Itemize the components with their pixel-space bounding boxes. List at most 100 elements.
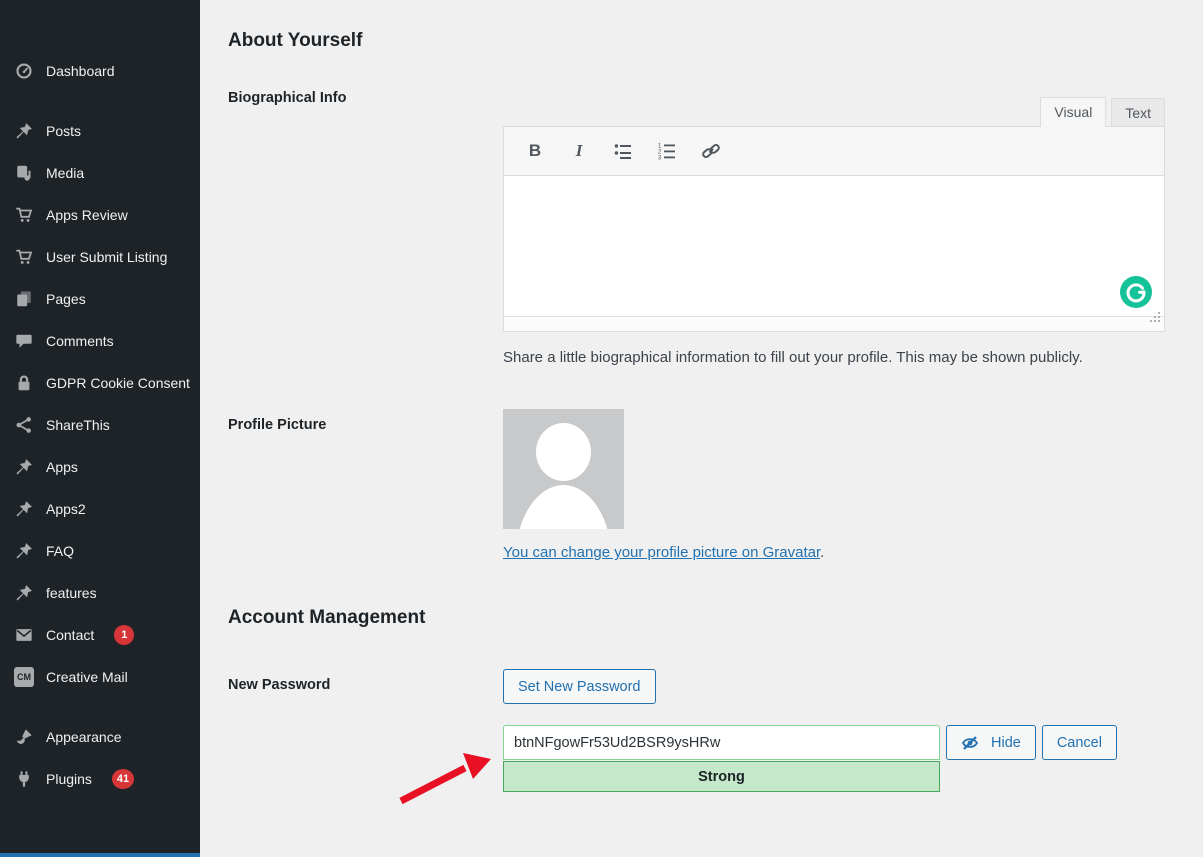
set-new-password-button[interactable]: Set New Password bbox=[503, 669, 656, 705]
cm-icon: CM bbox=[14, 667, 34, 687]
cart-icon bbox=[14, 247, 34, 267]
sidebar-item-user-submit-listing[interactable]: User Submit Listing bbox=[0, 236, 200, 278]
pin-icon bbox=[14, 457, 34, 477]
sidebar-item-label: Apps2 bbox=[46, 501, 86, 517]
italic-icon: I bbox=[575, 141, 583, 160]
editor-frame: B I 123 bbox=[503, 126, 1165, 332]
sidebar-item-label: FAQ bbox=[46, 543, 75, 559]
sidebar-menu: Dashboard Posts Media Apps Review User Submi… bbox=[0, 50, 200, 800]
sidebar-item-apps[interactable]: Apps bbox=[0, 446, 200, 488]
editor-resize-handle[interactable] bbox=[1149, 311, 1161, 329]
bold-icon: B bbox=[528, 141, 542, 160]
pin-icon bbox=[14, 499, 34, 519]
svg-text:3: 3 bbox=[658, 156, 662, 162]
sidebar-item-label: User Submit Listing bbox=[46, 249, 168, 265]
new-password-input[interactable] bbox=[503, 725, 940, 761]
profile-main-content: About Yourself Biographical Info Visual … bbox=[200, 0, 1203, 857]
admin-sidebar: Dashboard Posts Media Apps Review User Submi… bbox=[0, 0, 200, 857]
share-icon bbox=[14, 415, 34, 435]
sidebar-item-gdpr-cookie-consent[interactable]: GDPR Cookie Consent bbox=[0, 362, 200, 404]
sidebar-item-label: Media bbox=[46, 165, 85, 181]
link-icon bbox=[701, 141, 721, 161]
sidebar-item-dashboard[interactable]: Dashboard bbox=[0, 50, 200, 92]
editor-tabs: Visual Text bbox=[503, 90, 1165, 127]
account-management-heading: Account Management bbox=[228, 607, 426, 629]
sidebar-item-apps2[interactable]: Apps2 bbox=[0, 488, 200, 530]
sidebar-item-label: Apps Review bbox=[46, 207, 128, 223]
profile-picture-row: Profile Picture You can change your prof… bbox=[228, 409, 1185, 561]
mail-icon bbox=[14, 625, 34, 645]
tab-text[interactable]: Text bbox=[1111, 98, 1165, 126]
sidebar-item-label: Plugins bbox=[46, 771, 92, 787]
count-badge: 1 bbox=[114, 625, 135, 645]
new-password-label: New Password bbox=[228, 677, 331, 694]
sidebar-item-features[interactable]: features bbox=[0, 572, 200, 614]
sidebar-item-label: Apps bbox=[46, 459, 78, 475]
sidebar-item-label: Contact bbox=[46, 627, 95, 643]
bullet-list-button[interactable] bbox=[604, 135, 642, 167]
biographical-info-label: Biographical Info bbox=[228, 90, 347, 106]
sidebar-item-label: Posts bbox=[46, 123, 82, 139]
sidebar-item-media[interactable]: Media bbox=[0, 152, 200, 194]
eye-slash-icon bbox=[961, 735, 983, 751]
dashboard-icon bbox=[14, 61, 34, 81]
cart-icon bbox=[14, 205, 34, 225]
profile-picture-label: Profile Picture bbox=[228, 417, 327, 434]
new-password-row: New Password Set New Password bbox=[228, 669, 1185, 705]
sidebar-item-label: Creative Mail bbox=[46, 669, 128, 685]
cancel-button[interactable]: Cancel bbox=[1041, 725, 1117, 761]
hide-password-button[interactable]: Hide bbox=[946, 725, 1036, 761]
password-strength-indicator: Strong bbox=[503, 761, 940, 793]
sidebar-item-pages[interactable]: Pages bbox=[0, 278, 200, 320]
sidebar-item-appearance[interactable]: Appearance bbox=[0, 716, 200, 758]
avatar bbox=[503, 409, 624, 530]
pages-icon bbox=[14, 289, 34, 309]
link-button[interactable] bbox=[692, 135, 730, 167]
about-yourself-heading: About Yourself bbox=[228, 30, 363, 51]
avatar-silhouette-head bbox=[536, 423, 591, 482]
sidebar-item-label: features bbox=[46, 585, 97, 601]
bio-textarea[interactable] bbox=[504, 176, 1164, 316]
bullet-list-icon bbox=[613, 141, 633, 161]
sidebar-item-label: Appearance bbox=[46, 729, 122, 745]
sidebar-item-contact[interactable]: Contact 1 bbox=[0, 614, 200, 656]
plugin-icon bbox=[14, 769, 34, 789]
sidebar-item-posts[interactable]: Posts bbox=[0, 110, 200, 152]
sidebar-item-apps-review[interactable]: Apps Review bbox=[0, 194, 200, 236]
sidebar-item-plugins[interactable]: Plugins 41 bbox=[0, 758, 200, 800]
sidebar-item-label: Pages bbox=[46, 291, 86, 307]
gravatar-link[interactable]: You can change your profile picture on G… bbox=[503, 544, 820, 561]
brush-icon bbox=[14, 727, 34, 747]
media-icon bbox=[14, 163, 34, 183]
numbered-list-button[interactable]: 123 bbox=[648, 135, 686, 167]
sidebar-item-faq[interactable]: FAQ bbox=[0, 530, 200, 572]
bio-description: Share a little biographical information … bbox=[503, 349, 1083, 366]
bold-button[interactable]: B bbox=[516, 135, 554, 167]
editor-statusbar bbox=[504, 312, 1164, 331]
count-badge: 41 bbox=[111, 769, 135, 789]
pin-icon bbox=[14, 541, 34, 561]
pin-icon bbox=[14, 121, 34, 141]
editor-toolbar: B I 123 bbox=[504, 127, 1164, 176]
italic-button[interactable]: I bbox=[560, 135, 598, 167]
sidebar-item-label: GDPR Cookie Consent bbox=[46, 375, 190, 391]
grammarly-icon[interactable] bbox=[1120, 276, 1152, 308]
password-controls-row: Strong Hide Cancel bbox=[228, 725, 1185, 805]
password-box: Strong bbox=[503, 725, 940, 793]
wordpress-profile-page: Dashboard Posts Media Apps Review User Submi… bbox=[0, 0, 1203, 857]
tab-visual[interactable]: Visual bbox=[1040, 97, 1107, 127]
sidebar-current-item-bar bbox=[0, 853, 200, 857]
biographical-info-row: Biographical Info Visual Text B I 123 Shar… bbox=[228, 90, 1185, 371]
sidebar-item-label: Comments bbox=[46, 333, 114, 349]
sidebar-item-creative-mail[interactable]: CM Creative Mail bbox=[0, 656, 200, 698]
lock-icon bbox=[14, 373, 34, 393]
sidebar-item-comments[interactable]: Comments bbox=[0, 320, 200, 362]
sidebar-item-sharethis[interactable]: ShareThis bbox=[0, 404, 200, 446]
numbered-list-icon: 123 bbox=[657, 141, 677, 161]
gravatar-line: You can change your profile picture on G… bbox=[503, 544, 824, 561]
sidebar-item-label: ShareThis bbox=[46, 417, 110, 433]
bio-editor: Visual Text B I 123 bbox=[503, 90, 1165, 332]
hide-button-label: Hide bbox=[991, 734, 1021, 751]
sidebar-item-label: Dashboard bbox=[46, 63, 115, 79]
avatar-silhouette-body bbox=[515, 485, 612, 530]
